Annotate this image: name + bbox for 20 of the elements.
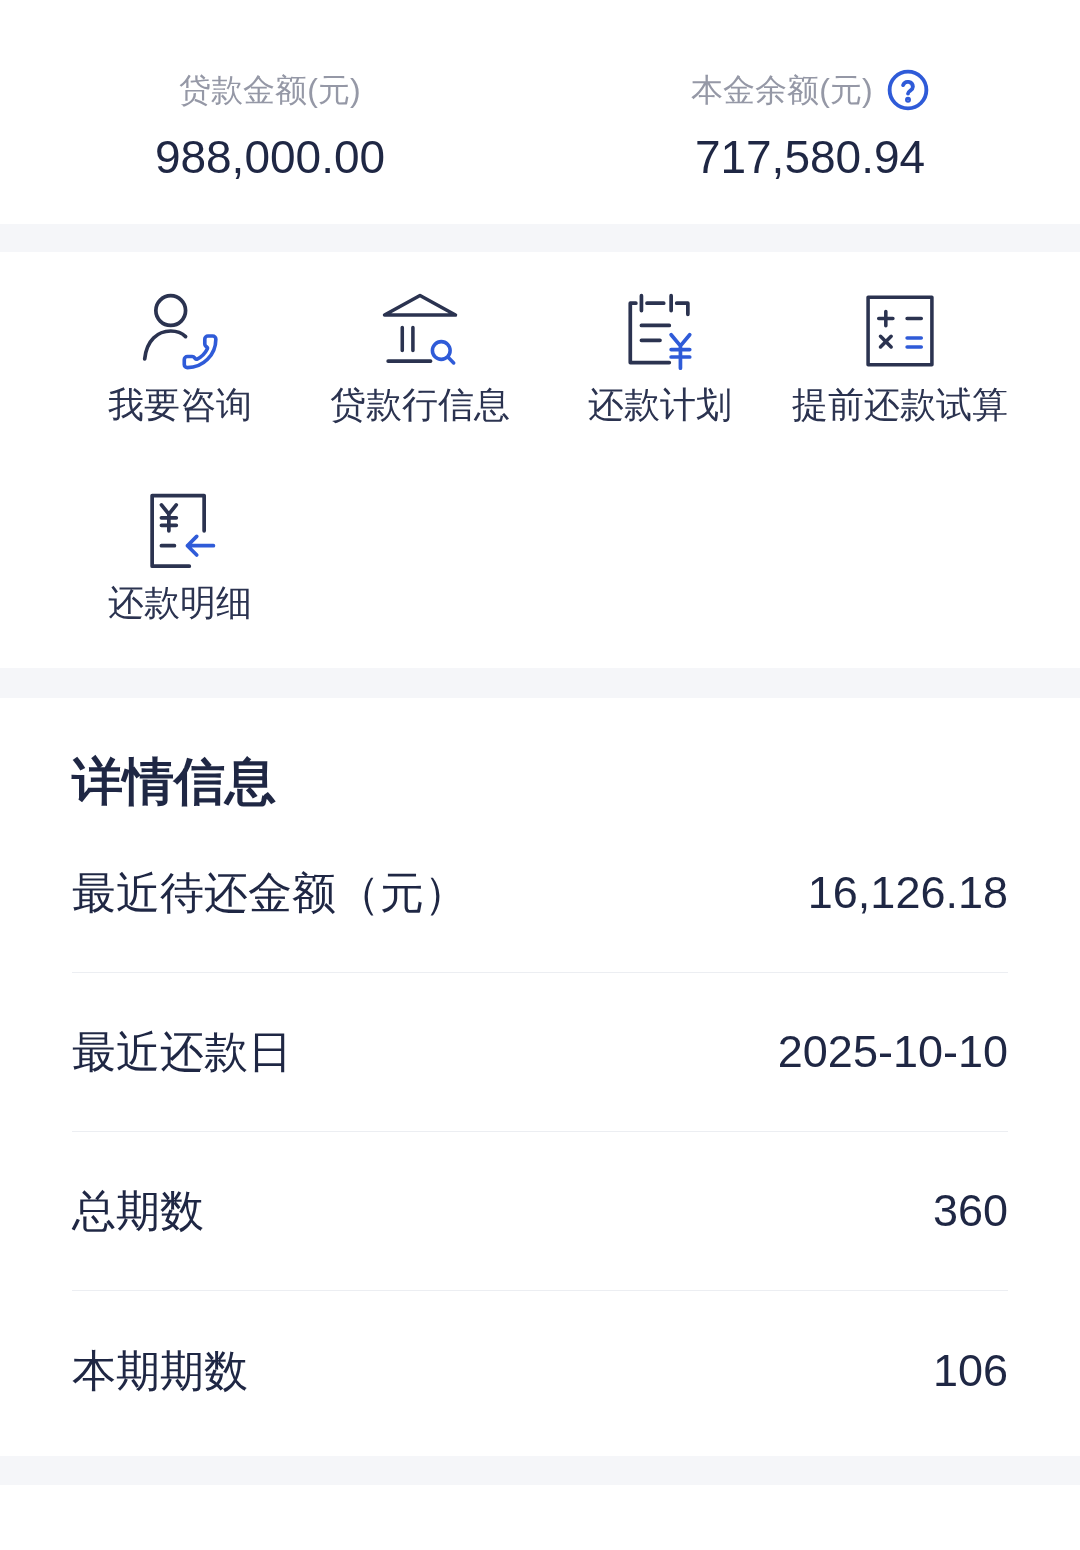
shortcut-button[interactable]: 我要咨询	[60, 292, 300, 428]
detail-label: 最近还款日	[72, 1026, 292, 1078]
detail-value: 16,126.18	[807, 866, 1008, 920]
shortcut-button[interactable]: 还款明细	[60, 490, 300, 626]
help-icon[interactable]	[886, 69, 929, 111]
details-title: 详情信息	[72, 752, 276, 812]
detail-value: 2025-10-10	[777, 1025, 1008, 1079]
detail-label: 总期数	[72, 1185, 204, 1237]
summary-label: 贷款金额(元)	[179, 71, 361, 110]
summary-value: 988,000.00	[154, 130, 386, 184]
detail-value: 106	[932, 1343, 1008, 1398]
detail-label: 本期期数	[72, 1344, 248, 1397]
summary-label: 本金余额(元)	[691, 71, 873, 110]
summary-value: 717,580.94	[694, 130, 926, 184]
shortcut-button[interactable]: 提前还款试算	[780, 292, 1020, 428]
detail-label: 最近待还金额（元）	[72, 867, 468, 919]
person-phone-icon	[141, 292, 219, 370]
detail-value: 360	[932, 1184, 1008, 1238]
shortcut-button[interactable]: 贷款行信息	[300, 292, 540, 428]
shortcut-button[interactable]: 还款计划	[540, 292, 780, 428]
